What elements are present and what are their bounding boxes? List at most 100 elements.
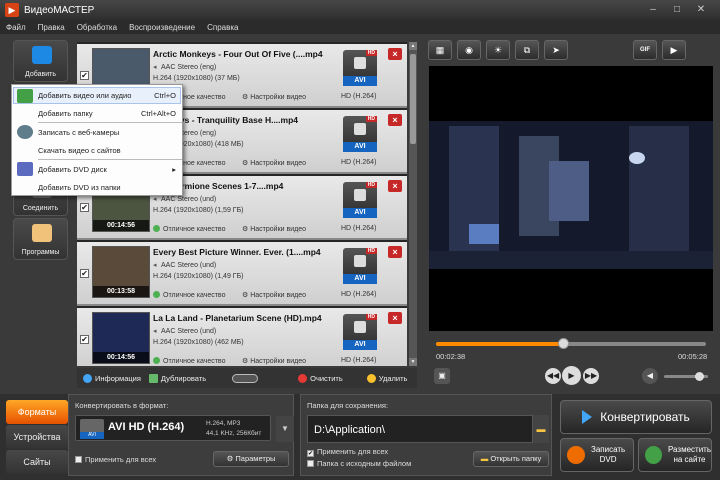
camera-icon <box>354 321 366 333</box>
volume-slider[interactable] <box>664 372 708 381</box>
crop-film-button[interactable]: ▦ <box>428 40 452 60</box>
quality-icon <box>153 357 160 364</box>
image-icon: ▣ <box>438 371 446 380</box>
remove-file-button[interactable]: × <box>388 312 402 324</box>
apply-all-save[interactable]: ✔ Применить для всех <box>307 447 388 457</box>
scroll-thumb[interactable] <box>410 54 416 144</box>
format-badge[interactable]: HD AVI <box>343 248 377 284</box>
format-panel: Конвертировать в формат: AVI AVI HD (H.2… <box>68 394 294 476</box>
format-badge[interactable]: HD AVI <box>343 50 377 86</box>
clear-button[interactable]: Очистить <box>298 373 343 383</box>
remove-file-button[interactable]: × <box>388 246 402 258</box>
tab-formats[interactable]: Форматы <box>6 400 68 424</box>
format-badge[interactable]: HD AVI <box>343 116 377 152</box>
snapshot-button[interactable]: ▣ <box>434 368 450 384</box>
volume-handle[interactable] <box>695 372 705 381</box>
speed-button[interactable]: ➤ <box>544 40 568 60</box>
burn-line-1: Записать <box>591 445 626 454</box>
video-settings-link[interactable]: ⚙ Настройки видео <box>242 93 306 101</box>
menu-record-webcam[interactable]: Записать с веб-камеры <box>38 128 119 137</box>
gif-button[interactable]: GIF <box>633 40 657 60</box>
file-checkbox[interactable]: ✔ <box>80 203 89 212</box>
menu-add-dvd-folder[interactable]: Добавить DVD из папки <box>38 183 121 192</box>
close-window-button[interactable]: ✕ <box>690 2 712 17</box>
quality-label[interactable]: Отличное качество <box>153 225 225 233</box>
menu-edit[interactable]: Правка <box>32 23 71 32</box>
file-checkbox[interactable]: ✔ <box>80 335 89 344</box>
gif-icon: GIF <box>640 47 650 53</box>
prev-frame-button[interactable]: ◀◀ <box>545 368 561 384</box>
format-badge[interactable]: HD AVI <box>343 314 377 350</box>
apply-all-save-checkbox[interactable]: ✔ <box>307 450 314 457</box>
format-dropdown-arrow[interactable]: ▼ <box>276 416 294 442</box>
remove-file-button[interactable]: × <box>388 180 402 192</box>
effects-button[interactable]: ◉ <box>457 40 481 60</box>
params-button[interactable]: ⚙ Параметры <box>213 451 289 467</box>
play-button[interactable]: ▶ <box>562 366 581 385</box>
rewind-icon: ◀◀ <box>546 371 560 380</box>
scroll-down-icon[interactable]: ▼ <box>409 358 417 366</box>
format-badge[interactable]: HD AVI <box>343 182 377 218</box>
menu-add-folder[interactable]: Добавить папку <box>38 109 93 118</box>
menu-processing[interactable]: Обработка <box>71 23 123 32</box>
burn-dvd-button[interactable]: Записать DVD <box>560 438 634 472</box>
tab-sites[interactable]: Сайты <box>6 450 68 474</box>
brightness-button[interactable]: ☀ <box>486 40 510 60</box>
file-title: La La Land - Planetarium Scene (HD).mp4 <box>153 313 322 323</box>
duplicate-button[interactable]: Дублировать <box>148 373 206 383</box>
file-list-scrollbar[interactable]: ▲ ▼ <box>409 42 417 366</box>
remove-file-button[interactable]: × <box>388 48 402 60</box>
open-folder-button[interactable]: ▬ Открыть папку <box>473 451 549 467</box>
remove-file-button[interactable]: × <box>388 114 402 126</box>
list-item[interactable]: ✔ 00:14:56 La La Land - Planetarium Scen… <box>77 308 407 366</box>
volume-button[interactable]: ◀ <box>642 368 658 384</box>
apply-all-format[interactable]: Применить для всех <box>75 455 156 464</box>
view-toggle[interactable] <box>232 373 259 383</box>
quality-label[interactable]: Отличное качество <box>153 291 225 299</box>
menu-bar: Файл Правка Обработка Воспроизведение Сп… <box>0 20 720 34</box>
browse-folder-button[interactable]: ▬ <box>533 415 549 443</box>
add-button[interactable]: Добавить <box>13 40 68 82</box>
video-settings-link[interactable]: ⚙ Настройки видео <box>242 225 306 233</box>
menu-playback[interactable]: Воспроизведение <box>123 23 201 32</box>
format-selector[interactable]: AVI AVI HD (H.264) H.264, MP3 44,1 KHz, 2… <box>75 415 294 442</box>
menu-help[interactable]: Справка <box>201 23 244 32</box>
video-info: H.264 (1920x1080) (1,59 ГБ) <box>153 207 244 214</box>
video-settings-link[interactable]: ⚙ Настройки видео <box>242 357 306 365</box>
maximize-button[interactable]: □ <box>666 2 688 17</box>
convert-button[interactable]: Конвертировать <box>560 400 712 434</box>
video-settings-text: Настройки видео <box>250 94 307 101</box>
source-folder-option[interactable]: Папка с исходным файлом <box>307 459 411 468</box>
publish-button[interactable]: Разместить на сайте <box>638 438 712 472</box>
info-button[interactable]: Информация <box>83 373 141 383</box>
source-folder-checkbox[interactable] <box>307 460 314 467</box>
quality-icon <box>153 225 160 232</box>
video-settings-link[interactable]: ⚙ Настройки видео <box>242 291 306 299</box>
upload-icon <box>645 446 662 464</box>
menu-add-dvd[interactable]: Добавить DVD диск <box>38 165 107 174</box>
current-time: 00:02:38 <box>436 352 466 361</box>
app-icon: ▶ <box>5 3 19 17</box>
menu-add-video[interactable]: Добавить видео или аудио <box>38 91 131 100</box>
apply-all-format-checkbox[interactable] <box>75 456 82 463</box>
menu-download-video[interactable]: Скачать видео с сайтов <box>38 146 121 155</box>
minimize-button[interactable]: – <box>642 2 664 17</box>
tab-devices[interactable]: Устройства <box>6 425 68 449</box>
scroll-up-icon[interactable]: ▲ <box>409 42 417 50</box>
menu-file[interactable]: Файл <box>0 23 32 32</box>
next-frame-button[interactable]: ▶▶ <box>583 368 599 384</box>
crop-button[interactable]: ⧉ <box>515 40 539 60</box>
video-settings-link[interactable]: ⚙ Настройки видео <box>242 159 306 167</box>
quality-label[interactable]: Отличное качество <box>153 357 225 365</box>
video-preview[interactable] <box>429 66 713 331</box>
list-item[interactable]: ✔ 00:13:58 Every Best Picture Winner. Ev… <box>77 242 407 306</box>
seek-bar[interactable] <box>436 338 706 349</box>
delete-button[interactable]: Удалить <box>366 373 407 383</box>
fullscreen-button[interactable]: ▶ <box>662 40 686 60</box>
save-path-field[interactable]: D:\Application\ <box>307 415 533 443</box>
programs-button[interactable]: Программы <box>13 218 68 260</box>
file-checkbox[interactable]: ✔ <box>80 71 89 80</box>
file-checkbox[interactable]: ✔ <box>80 269 89 278</box>
audio-track: AAC Stereo (eng) <box>161 64 217 71</box>
seek-handle[interactable] <box>557 338 569 349</box>
